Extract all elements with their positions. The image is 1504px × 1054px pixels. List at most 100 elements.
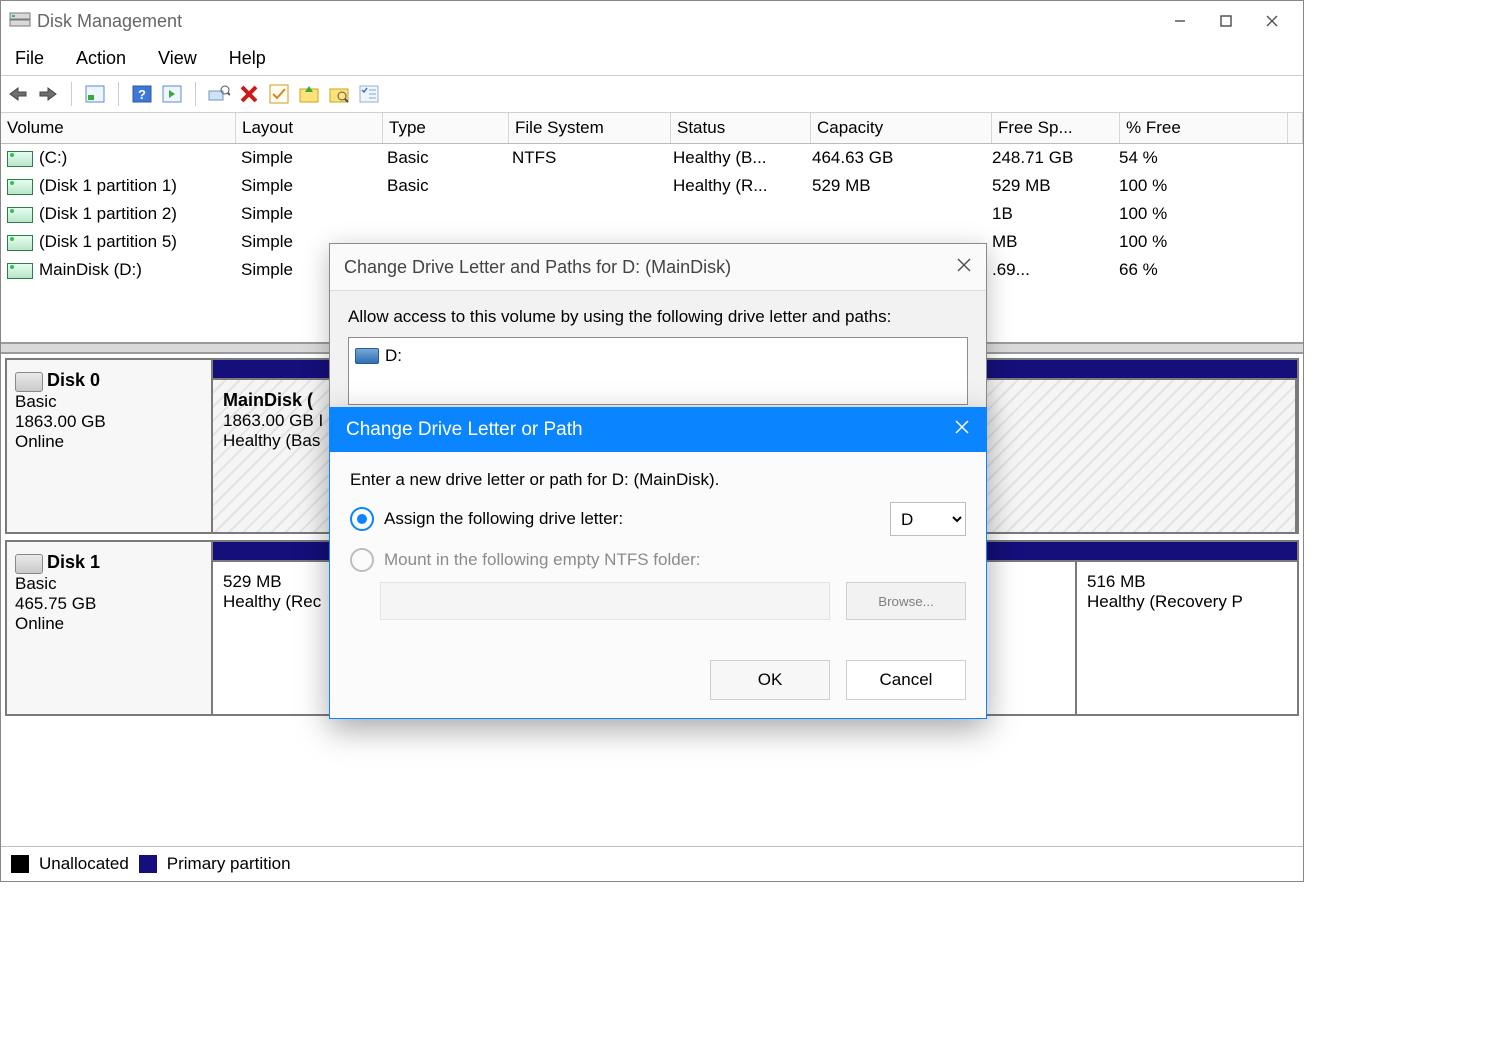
vol-layout: Simple [235, 202, 381, 226]
disk-info[interactable]: Disk 0 Basic 1863.00 GB Online [7, 360, 213, 532]
close-button[interactable] [1249, 6, 1295, 36]
menubar: File Action View Help [1, 41, 1303, 75]
close-icon[interactable] [956, 257, 972, 278]
disk-size: 465.75 GB [15, 594, 203, 614]
disk-label: Disk 1 [47, 552, 100, 572]
col-volume[interactable]: Volume [1, 113, 236, 143]
vol-capacity: 529 MB [806, 174, 986, 198]
titlebar: Disk Management [1, 1, 1303, 41]
paths-listbox[interactable]: D: [348, 337, 968, 405]
vol-name: (Disk 1 partition 5) [39, 232, 177, 251]
disk-state: Online [15, 614, 203, 634]
vol-layout: Simple [235, 174, 381, 198]
change-paths-dialog: Change Drive Letter and Paths for D: (Ma… [329, 243, 987, 422]
disk-icon [15, 372, 43, 392]
volume-row[interactable]: (Disk 1 partition 2) Simple 1B 100 % [1, 200, 1303, 228]
folder-search-icon[interactable] [328, 83, 350, 105]
radio-assign-row[interactable]: Assign the following drive letter: D [350, 502, 966, 536]
disk-label: Disk 0 [47, 370, 100, 390]
refresh-icon[interactable] [84, 83, 106, 105]
radio-assign[interactable] [350, 507, 374, 531]
disk-type: Basic [15, 574, 203, 594]
path-label: D: [385, 346, 402, 366]
vol-free: MB [986, 230, 1113, 254]
col-status[interactable]: Status [671, 113, 811, 143]
vol-free: .69... [986, 258, 1113, 282]
col-layout[interactable]: Layout [236, 113, 383, 143]
mount-path-input [380, 582, 830, 620]
vol-capacity: 464.63 GB [806, 146, 986, 170]
cancel-button[interactable]: Cancel [846, 660, 966, 700]
menu-action[interactable]: Action [72, 46, 130, 71]
menu-file[interactable]: File [11, 46, 48, 71]
vol-pct: 100 % [1113, 202, 1280, 226]
change-letter-dialog: Change Drive Letter or Path Enter a new … [329, 407, 987, 719]
partition[interactable]: 516 MB Healthy (Recovery P [1077, 562, 1297, 714]
disk-management-window: Disk Management File Action View Help ? … [0, 0, 1304, 882]
drive-icon [7, 179, 33, 195]
action-list-icon[interactable] [161, 83, 183, 105]
toolbar-separator [195, 82, 196, 106]
rescan-icon[interactable] [208, 83, 230, 105]
drive-letter-select[interactable]: D [890, 502, 966, 536]
vol-type: Basic [381, 146, 506, 170]
drive-icon [355, 348, 379, 364]
dialog-instruction: Enter a new drive letter or path for D: … [350, 470, 966, 490]
vol-free: 1B [986, 202, 1113, 226]
col-pctfree[interactable]: % Free [1120, 113, 1288, 143]
vol-name: (Disk 1 partition 2) [39, 204, 177, 223]
disk-size: 1863.00 GB [15, 412, 203, 432]
vol-fs: NTFS [506, 146, 667, 170]
dialog-instruction: Allow access to this volume by using the… [348, 307, 968, 327]
close-icon[interactable] [954, 419, 970, 441]
vol-status: Healthy (B... [667, 146, 806, 170]
maximize-button[interactable] [1203, 6, 1249, 36]
list-check-icon[interactable] [358, 83, 380, 105]
paths-list-item[interactable]: D: [355, 342, 961, 370]
legend-primary: Primary partition [167, 854, 291, 874]
dialog-title: Change Drive Letter or Path [346, 419, 583, 441]
ok-button[interactable]: OK [710, 660, 830, 700]
delete-icon[interactable] [238, 83, 260, 105]
menu-help[interactable]: Help [225, 46, 270, 71]
radio-assign-label: Assign the following drive letter: [384, 509, 623, 529]
vol-pct: 54 % [1113, 146, 1280, 170]
minimize-button[interactable] [1157, 6, 1203, 36]
disk-info[interactable]: Disk 1 Basic 465.75 GB Online [7, 542, 213, 714]
radio-mount-row[interactable]: Mount in the following empty NTFS folder… [350, 548, 966, 572]
radio-mount[interactable] [350, 548, 374, 572]
col-type[interactable]: Type [383, 113, 509, 143]
vol-capacity [806, 212, 986, 216]
legend-unallocated: Unallocated [39, 854, 129, 874]
volume-row[interactable]: (C:) Simple Basic NTFS Healthy (B... 464… [1, 144, 1303, 172]
vol-free: 248.71 GB [986, 146, 1113, 170]
col-spacer [1288, 113, 1303, 143]
col-filesystem[interactable]: File System [509, 113, 671, 143]
window-title: Disk Management [37, 11, 182, 32]
toolbar: ? [1, 75, 1303, 113]
col-capacity[interactable]: Capacity [811, 113, 992, 143]
drive-icon [7, 207, 33, 223]
disk-type: Basic [15, 392, 203, 412]
vol-type: Basic [381, 174, 506, 198]
dialog-titlebar[interactable]: Change Drive Letter or Path [330, 408, 986, 452]
browse-button: Browse... [846, 582, 966, 620]
dialog-titlebar: Change Drive Letter and Paths for D: (Ma… [330, 244, 986, 291]
disk-icon [15, 554, 43, 574]
folder-up-icon[interactable] [298, 83, 320, 105]
forward-icon[interactable] [37, 83, 59, 105]
vol-name: (Disk 1 partition 1) [39, 176, 177, 195]
volume-row[interactable]: (Disk 1 partition 1) Simple Basic Health… [1, 172, 1303, 200]
menu-view[interactable]: View [154, 46, 201, 71]
vol-fs [506, 184, 667, 188]
vol-layout: Simple [235, 146, 381, 170]
help-icon[interactable]: ? [131, 83, 153, 105]
back-icon[interactable] [7, 83, 29, 105]
toolbar-separator [118, 82, 119, 106]
vol-fs [506, 212, 667, 216]
drive-icon [7, 151, 33, 167]
vol-pct: 100 % [1113, 174, 1280, 198]
vol-pct: 100 % [1113, 230, 1280, 254]
col-freespace[interactable]: Free Sp... [992, 113, 1120, 143]
check-icon[interactable] [268, 83, 290, 105]
